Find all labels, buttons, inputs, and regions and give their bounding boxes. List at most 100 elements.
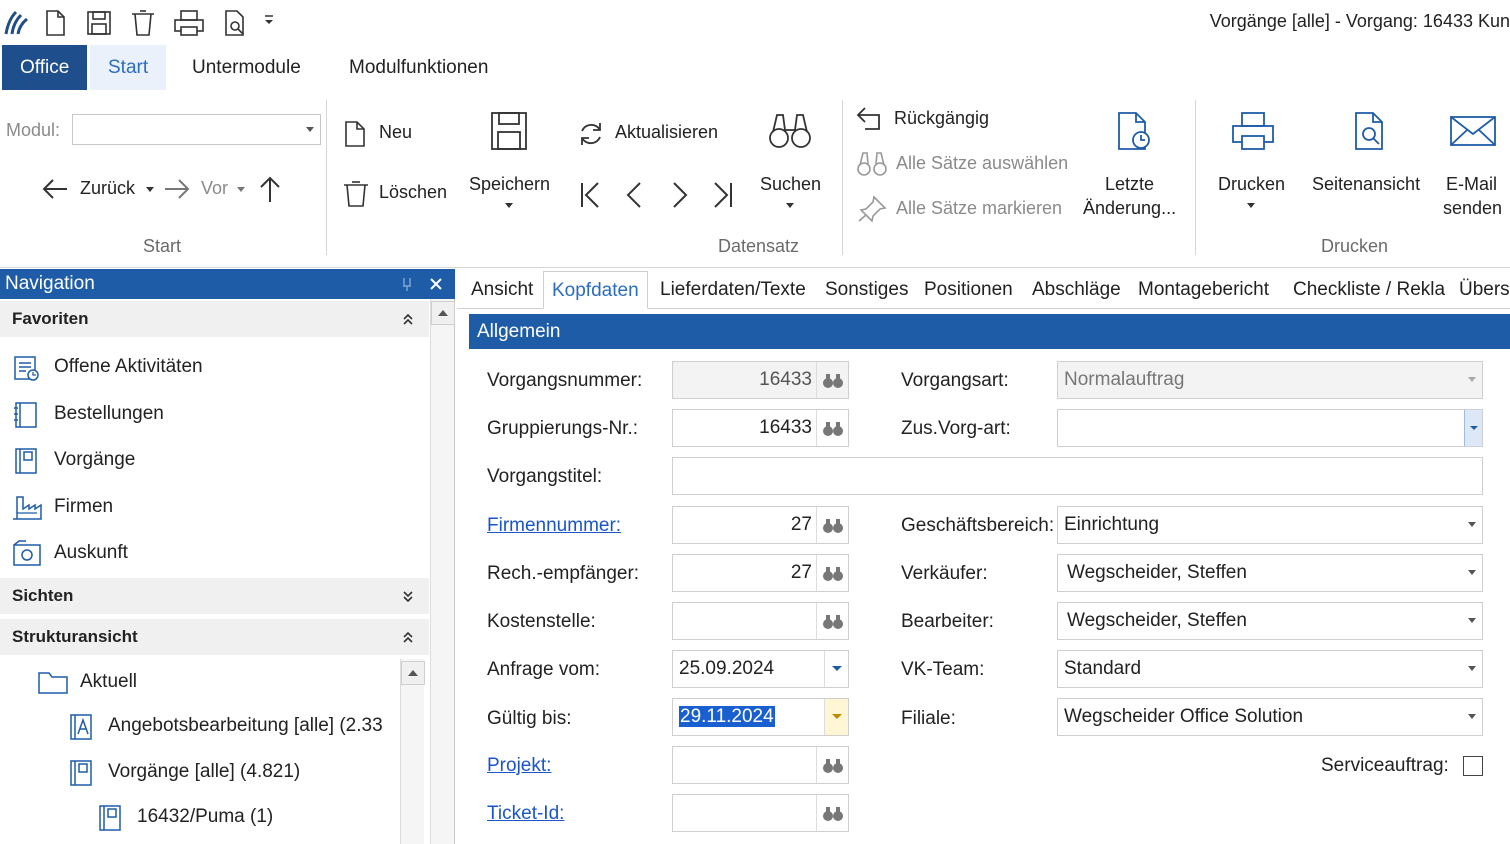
email-label[interactable]: E-Mail [1446,174,1497,195]
new-record-icon[interactable] [343,120,367,148]
speichern-button[interactable]: Speichern [469,174,550,195]
gueltig-bis-field[interactable]: 29.11.2024 [672,698,849,736]
firmennummer-link[interactable]: Firmennummer: [487,515,621,537]
forward-dropdown-icon[interactable] [236,186,246,194]
neu-button[interactable]: Neu [379,122,412,143]
email-icon[interactable] [1449,114,1497,148]
pin-icon[interactable] [856,194,888,222]
nav-scrollbar[interactable] [430,299,455,844]
save-large-icon[interactable] [489,110,529,152]
alle-saetze-auswaehlen-button[interactable]: Alle Sätze auswählen [896,153,1068,174]
vorgangsart-select[interactable]: Normalauftrag [1057,361,1483,399]
tree-item-angebotsbearbeitung[interactable]: Angebotsbearbeitung [alle] (2.33 [0,704,400,748]
rueckgaengig-button[interactable]: Rückgängig [894,108,989,129]
tab-sonstiges[interactable]: Sonstiges [817,271,916,309]
binoculars-search-icon[interactable] [816,507,848,543]
select-all-binoculars-icon[interactable] [856,150,888,178]
tab-ansicht[interactable]: Ansicht [463,271,541,309]
binoculars-search-icon[interactable] [816,795,848,831]
new-document-icon[interactable] [40,8,70,38]
zus-vorg-art-select[interactable] [1057,409,1483,447]
back-arrow-icon[interactable] [40,176,70,202]
aenderung-label[interactable]: Änderung... [1083,198,1176,219]
vk-team-select[interactable]: Standard [1057,650,1483,688]
tab-montagebericht[interactable]: Montagebericht [1130,271,1277,309]
binoculars-search-icon[interactable] [816,410,848,446]
binoculars-search-icon[interactable] [816,555,848,591]
tree-scroll-up-button[interactable] [401,661,425,685]
customize-dropdown-icon[interactable] [262,14,276,28]
tree-scrollbar[interactable] [400,659,425,844]
vorgangsnummer-field[interactable]: 16433 [672,361,849,399]
back-dropdown-icon[interactable] [145,186,155,194]
delete-icon[interactable] [128,8,158,38]
geschaeftsbereich-select[interactable]: Einrichtung [1057,506,1483,544]
section-strukturansicht[interactable]: Strukturansicht [0,619,429,655]
page-preview-icon[interactable] [220,8,250,38]
rech-empfaenger-field[interactable]: 27 [672,554,849,592]
close-pane-icon[interactable] [428,276,444,292]
nav-item-vorgaenge[interactable]: Vorgänge [0,438,400,482]
section-favoriten[interactable]: Favoriten [0,301,429,337]
forward-arrow-icon[interactable] [162,176,192,202]
back-button[interactable]: Zurück [80,178,135,199]
seitenansicht-button[interactable]: Seitenansicht [1312,174,1420,195]
last-change-icon[interactable] [1114,110,1154,152]
suchen-dropdown-icon[interactable] [785,202,795,210]
tab-uebersicht[interactable]: Übers [1451,271,1510,309]
anfrage-vom-field[interactable]: 25.09.2024 [672,650,849,688]
tab-kopfdaten[interactable]: Kopfdaten [543,271,648,309]
nav-item-bestellungen[interactable]: Bestellungen [0,392,400,436]
serviceauftrag-checkbox[interactable] [1463,756,1483,776]
date-dropdown-button[interactable] [824,651,848,687]
ticket-id-field[interactable] [672,794,849,832]
app-logo-icon[interactable] [2,8,32,38]
expand-down-icon[interactable] [402,589,414,603]
print-icon[interactable] [172,8,204,38]
forward-button[interactable]: Vor [201,178,228,199]
speichern-dropdown-icon[interactable] [504,202,514,210]
zus-dropdown-button[interactable] [1464,410,1482,446]
senden-label[interactable]: senden [1443,198,1502,219]
printer-icon[interactable] [1229,110,1277,152]
ticket-id-link[interactable]: Ticket-Id: [487,803,564,825]
tab-lieferdaten-texte[interactable]: Lieferdaten/Texte [652,271,814,309]
up-arrow-icon[interactable] [257,174,283,204]
tab-modulfunktionen[interactable]: Modulfunktionen [331,45,506,90]
verkaeufer-select[interactable]: Wegscheider, Steffen [1057,554,1483,592]
firmennummer-field[interactable]: 27 [672,506,849,544]
alle-saetze-markieren-button[interactable]: Alle Sätze markieren [896,198,1062,219]
filiale-select[interactable]: Wegscheider Office Solution [1057,698,1483,736]
tree-item-16432-puma[interactable]: 16432/Puma (1) [0,795,400,839]
page-view-icon[interactable] [1351,110,1391,152]
tab-abschlaege[interactable]: Abschläge [1024,271,1129,309]
delete-record-icon[interactable] [342,180,370,208]
aktualisieren-button[interactable]: Aktualisieren [615,122,718,143]
first-record-icon[interactable] [578,180,604,210]
binoculars-search-icon[interactable] [816,603,848,639]
suchen-button[interactable]: Suchen [760,174,821,195]
projekt-link[interactable]: Projekt: [487,755,551,777]
refresh-icon[interactable] [577,120,605,148]
previous-record-icon[interactable] [624,180,646,210]
section-sichten[interactable]: Sichten [0,578,429,614]
tree-item-vorgaenge-alle[interactable]: Vorgänge [alle] (4.821) [0,750,400,794]
next-record-icon[interactable] [668,180,690,210]
date-dropdown-button[interactable] [824,699,848,735]
tab-start[interactable]: Start [90,45,167,90]
tab-positionen[interactable]: Positionen [916,271,1021,309]
nav-item-firmen[interactable]: Firmen [0,485,400,529]
gruppierungs-nr-field[interactable]: 16433 [672,409,849,447]
tab-untermodule[interactable]: Untermodule [174,45,319,90]
binoculars-search-icon[interactable] [816,747,848,783]
drucken-dropdown-icon[interactable] [1246,202,1256,210]
pin-pane-icon[interactable] [400,269,414,299]
modul-combobox[interactable] [72,114,321,145]
binoculars-icon[interactable] [767,110,813,152]
save-icon[interactable] [84,8,114,38]
nav-item-offene-aktivitaeten[interactable]: Offene Aktivitäten [0,345,400,389]
collapse-up-icon[interactable] [402,312,414,326]
drucken-button[interactable]: Drucken [1218,174,1285,195]
bearbeiter-select[interactable]: Wegscheider, Steffen [1057,602,1483,640]
kostenstelle-field[interactable] [672,602,849,640]
